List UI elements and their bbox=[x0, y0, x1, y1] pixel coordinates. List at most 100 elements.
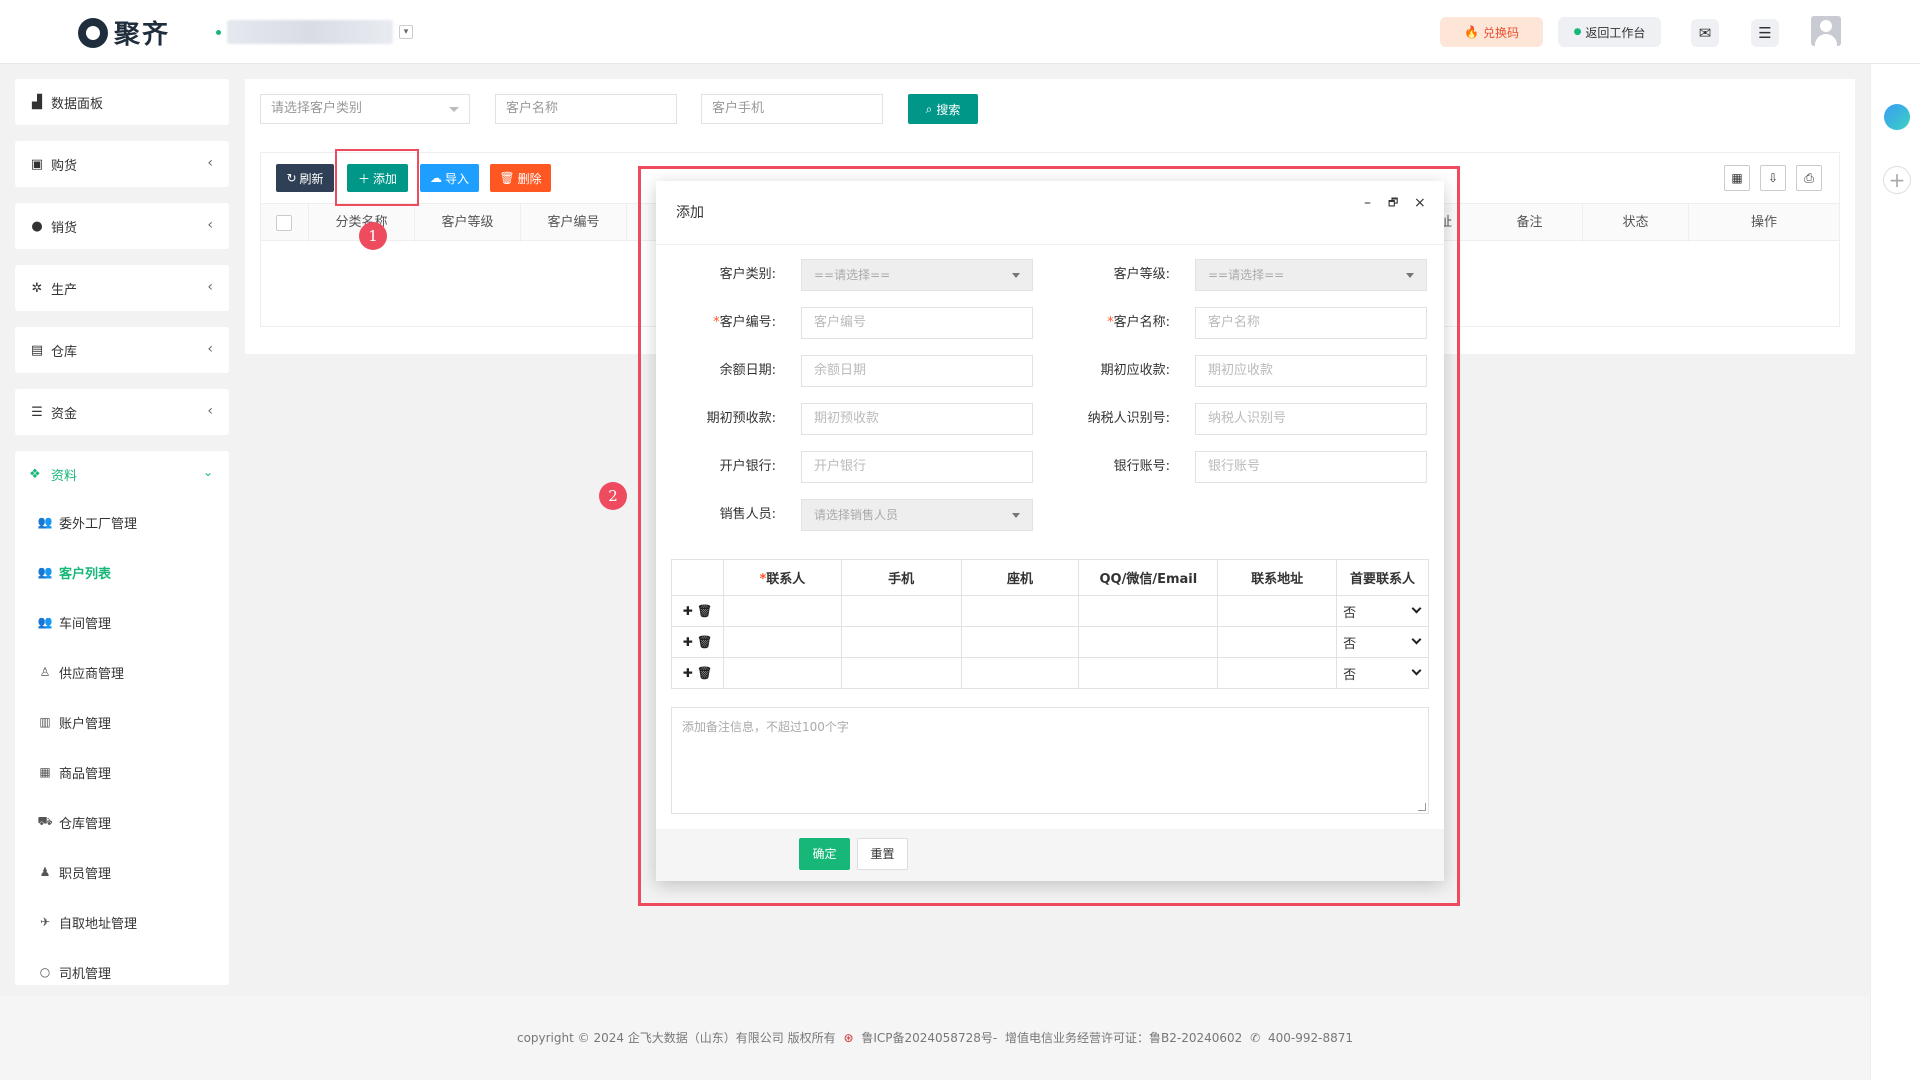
sidebar-item-label: 仓库 bbox=[51, 344, 78, 360]
redeem-code-button[interactable]: 🔥 兑换码 bbox=[1440, 17, 1543, 47]
sidebar-sub-staff[interactable]: ♟ 职员管理 bbox=[15, 847, 229, 897]
table-header-cell: 备注 bbox=[1477, 204, 1583, 242]
circle-icon: ○ bbox=[39, 965, 51, 979]
sidebar-item-label: 资金 bbox=[51, 406, 78, 422]
callout-badge-1: 1 bbox=[359, 222, 387, 250]
sidebar-sub-customers[interactable]: 👥 客户列表 bbox=[15, 547, 229, 597]
customer-phone-placeholder: 客户手机 bbox=[712, 101, 765, 116]
print-icon[interactable]: ⎙ bbox=[1796, 165, 1822, 191]
import-label: 导入 bbox=[444, 171, 469, 186]
right-rail: + bbox=[1870, 64, 1920, 1080]
icp-link[interactable]: 鲁ICP备2024058728号- bbox=[861, 1031, 997, 1045]
search-button[interactable]: ⌕ 搜索 bbox=[908, 94, 978, 124]
table-header-cell bbox=[261, 204, 309, 242]
trash-icon: 🗑 bbox=[499, 171, 515, 185]
back-to-workbench-button[interactable]: ● 返回工作台 bbox=[1558, 17, 1661, 47]
refresh-label: 刷新 bbox=[299, 171, 324, 186]
sidebar-sub-label: 供应商管理 bbox=[59, 666, 125, 682]
sidebar-item-label: 购货 bbox=[51, 158, 78, 174]
chevron-down-icon[interactable]: ▾ bbox=[399, 25, 413, 39]
sidebar-sub-label: 委外工厂管理 bbox=[59, 516, 138, 532]
sidebar-sub-label: 自取地址管理 bbox=[59, 916, 138, 932]
delete-label: 删除 bbox=[517, 171, 542, 186]
avatar[interactable] bbox=[1811, 16, 1841, 46]
supplier-icon: ♙ bbox=[39, 665, 51, 679]
customer-phone-input[interactable]: 客户手机 bbox=[701, 94, 883, 124]
sidebar-item-label: 销货 bbox=[51, 220, 78, 236]
bird-icon: ✈ bbox=[39, 915, 51, 929]
customer-name-input[interactable]: 客户名称 bbox=[495, 94, 677, 124]
copyright-text: copyright © 2024 企飞大数据（山东）有限公司 版权所有 bbox=[516, 1031, 836, 1045]
sidebar-item-production[interactable]: ✲ 生产 ‹ bbox=[15, 265, 229, 311]
search-button-label: 搜索 bbox=[936, 102, 961, 117]
refresh-button[interactable]: ↻ 刷新 bbox=[276, 164, 334, 192]
back-to-workbench-label: 返回工作台 bbox=[1585, 25, 1646, 40]
import-button[interactable]: ☁ 导入 bbox=[420, 164, 479, 192]
columns-filter-icon[interactable]: ▦ bbox=[1724, 165, 1750, 191]
chevron-left-icon: ‹ bbox=[207, 341, 213, 357]
truck-icon: ⛟ bbox=[37, 814, 53, 828]
sidebar-item-sales[interactable]: ● 销货 ‹ bbox=[15, 203, 229, 249]
user-plus-icon: 👥 bbox=[37, 615, 53, 629]
sidebar-sub-goods[interactable]: ▦ 商品管理 bbox=[15, 747, 229, 797]
cart-icon: ▣ bbox=[30, 156, 44, 172]
logo-text: 聚齐 bbox=[114, 20, 171, 50]
highlight-dialog bbox=[638, 166, 1460, 906]
sidebar-sub-warehouse[interactable]: ⛟ 仓库管理 bbox=[15, 797, 229, 847]
user-icon: ♟ bbox=[39, 865, 51, 879]
customer-category-select[interactable]: 请选择客户类别 bbox=[260, 94, 470, 124]
sidebar-item-funds[interactable]: ☰ 资金 ‹ bbox=[15, 389, 229, 435]
status-dot-icon bbox=[216, 29, 221, 35]
sidebar-item-data[interactable]: ❖ 资料 ⌄ bbox=[15, 451, 229, 497]
sidebar-sub-outsource[interactable]: 👥 委外工厂管理 bbox=[15, 497, 229, 547]
sidebar-item-purchase[interactable]: ▣ 购货 ‹ bbox=[15, 141, 229, 187]
sidebar-sub-account[interactable]: ▥ 账户管理 bbox=[15, 697, 229, 747]
sidebar-sub-pickup[interactable]: ✈ 自取地址管理 bbox=[15, 897, 229, 947]
warehouse-icon: ▤ bbox=[30, 342, 44, 358]
search-dot-icon: ● bbox=[1573, 27, 1582, 37]
sidebar-sub-supplier[interactable]: ♙ 供应商管理 bbox=[15, 647, 229, 697]
logo-mark-icon bbox=[78, 17, 108, 48]
sidebar-sub-label: 车间管理 bbox=[59, 616, 112, 632]
export-icon[interactable]: ⇩ bbox=[1760, 165, 1786, 191]
sidebar-group-data: ❖ 资料 ⌄ 👥 委外工厂管理 👥 客户列表 👥 车间管理 ♙ 供应商管理 ▥ … bbox=[15, 451, 229, 985]
sidebar-item-dashboard[interactable]: ▟ 数据面板 bbox=[15, 79, 229, 125]
sidebar-item-label: 生产 bbox=[51, 282, 78, 298]
sidebar-item-label: 数据面板 bbox=[51, 96, 104, 112]
license-text: 增值电信业务经营许可证：鲁B2-20240602 bbox=[1005, 1031, 1243, 1045]
sidebar-sub-label: 仓库管理 bbox=[59, 816, 112, 832]
sidebar-sub-driver[interactable]: ○ 司机管理 bbox=[15, 947, 229, 985]
table-header-cell: 操作 bbox=[1750, 215, 1777, 230]
user-plus-icon: 👥 bbox=[37, 565, 53, 579]
apple-icon: ● bbox=[31, 218, 43, 234]
sidebar-item-warehouse[interactable]: ▤ 仓库 ‹ bbox=[15, 327, 229, 373]
cubes-icon: ❖ bbox=[29, 466, 41, 482]
callout-badge-2: 2 bbox=[599, 482, 627, 510]
delete-button[interactable]: 🗑 删除 bbox=[490, 164, 551, 192]
sidebar-sub-label: 商品管理 bbox=[59, 766, 112, 782]
menu-icon[interactable]: ☰ bbox=[1751, 19, 1779, 47]
sidebar-sub-label: 客户列表 bbox=[59, 566, 112, 582]
production-icon: ✲ bbox=[31, 280, 43, 296]
table-header-cell: 客户编号 bbox=[521, 204, 627, 242]
logo[interactable]: 聚齐 bbox=[78, 14, 170, 51]
plus-icon[interactable]: + bbox=[1883, 166, 1911, 194]
sidebar-sub-label: 账户管理 bbox=[59, 716, 112, 732]
chevron-left-icon: ‹ bbox=[207, 279, 213, 295]
customer-category-placeholder: 请选择客户类别 bbox=[271, 101, 363, 116]
user-plus-icon: 👥 bbox=[37, 515, 53, 529]
table-header-cell: 客户等级 bbox=[415, 204, 521, 242]
company-switcher[interactable]: ▾ bbox=[216, 20, 413, 44]
cloud-upload-icon: ☁ bbox=[429, 171, 442, 185]
mail-icon[interactable]: ✉ bbox=[1691, 19, 1719, 47]
chart-icon: ▟ bbox=[32, 94, 42, 110]
highlight-add-button bbox=[335, 149, 419, 206]
chevron-left-icon: ‹ bbox=[207, 155, 213, 171]
chevron-left-icon: ‹ bbox=[207, 403, 213, 419]
chat-icon[interactable] bbox=[1884, 104, 1910, 130]
top-bar: 聚齐 ▾ 🔥 兑换码 ● 返回工作台 ✉ ☰ bbox=[0, 0, 1920, 64]
footer: copyright © 2024 企飞大数据（山东）有限公司 版权所有 ⊛ 鲁I… bbox=[0, 996, 1870, 1080]
police-badge-icon: ⊛ bbox=[843, 1031, 854, 1045]
book-icon: ▦ bbox=[39, 765, 51, 779]
sidebar-sub-workshop[interactable]: 👥 车间管理 bbox=[15, 597, 229, 647]
